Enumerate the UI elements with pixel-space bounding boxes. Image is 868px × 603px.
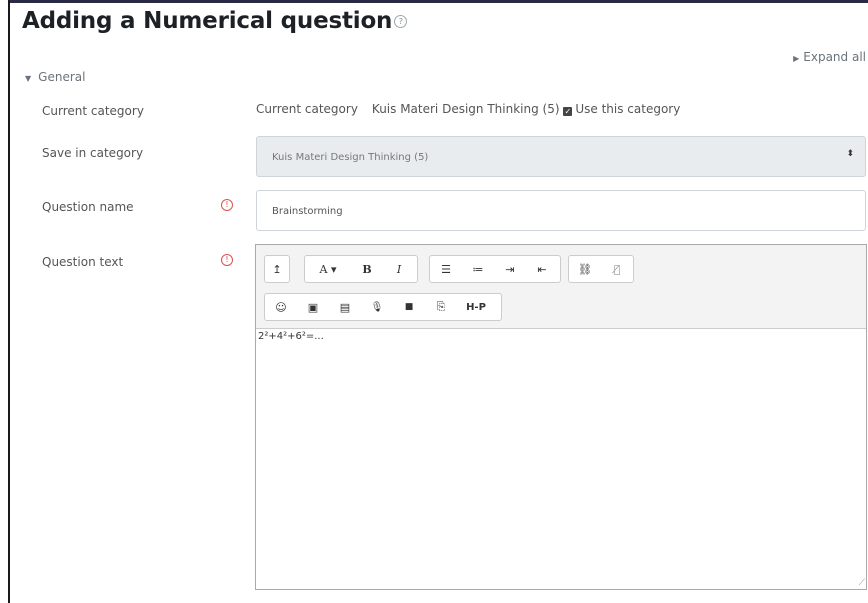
required-icon: !: [221, 254, 233, 266]
section-general-toggle[interactable]: ▼ General: [25, 70, 85, 84]
unlink-icon[interactable]: ⛓̸: [601, 256, 633, 282]
toolbar-group-links: ⛓ ⛓̸: [568, 255, 634, 283]
required-icon: !: [221, 199, 233, 211]
unordered-list-icon[interactable]: ☰: [430, 256, 462, 282]
window-top-border: [8, 0, 868, 3]
editor-toolbar: ↥ A ▾ B I ☰ ≔ ⇥ ⇤ ⛓ ⛓̸ ☺ ▣ ▤ 🎙 ■ ⎘ H-P: [256, 245, 866, 329]
h5p-icon[interactable]: H-P: [457, 294, 495, 320]
question-name-input[interactable]: Brainstorming: [256, 190, 866, 231]
caret-down-icon: ▼: [25, 74, 32, 83]
bold-button[interactable]: B: [351, 256, 383, 282]
current-category-label: Current category: [42, 104, 144, 118]
use-category-checkbox[interactable]: ✓: [563, 107, 573, 116]
manage-files-icon[interactable]: ⎘: [425, 294, 457, 320]
indent-icon[interactable]: ⇥: [494, 256, 526, 282]
window-left-border: [8, 0, 10, 603]
question-text-label: Question text: [42, 255, 124, 269]
ordered-list-icon[interactable]: ≔: [462, 256, 494, 282]
current-category-value: Current category Kuis Materi Design Think…: [256, 102, 681, 116]
link-icon[interactable]: ⛓: [569, 256, 601, 282]
question-text-editor[interactable]: ↥ A ▾ B I ☰ ≔ ⇥ ⇤ ⛓ ⛓̸ ☺ ▣ ▤ 🎙 ■ ⎘ H-P 2…: [255, 244, 867, 590]
question-name-label: Question name: [42, 200, 134, 214]
toolbar-group-collapse: ↥: [264, 255, 290, 283]
media-icon[interactable]: ▤: [329, 294, 361, 320]
page-title: Adding a Numerical question?: [22, 8, 408, 34]
save-in-category-label: Save in category: [42, 146, 144, 160]
resize-handle-icon[interactable]: ⟋: [859, 578, 865, 588]
emoji-icon[interactable]: ☺: [265, 294, 297, 320]
toolbar-group-style: A ▾ B I: [304, 255, 418, 283]
microphone-icon[interactable]: 🎙: [361, 294, 393, 320]
select-arrows-icon: ⬍: [846, 149, 854, 159]
save-in-category-select[interactable]: Kuis Materi Design Thinking (5) ⬍: [256, 136, 866, 177]
question-circle-icon[interactable]: ?: [394, 15, 408, 28]
video-camera-icon[interactable]: ■: [393, 294, 425, 320]
toolbar-group-lists: ☰ ≔ ⇥ ⇤: [429, 255, 561, 283]
outdent-icon[interactable]: ⇤: [526, 256, 558, 282]
collapse-toolbar-icon[interactable]: ↥: [265, 256, 289, 282]
expand-all-link[interactable]: ▶ Expand all: [793, 50, 866, 64]
editor-content[interactable]: 2²+4²+6²=...: [258, 331, 324, 342]
toolbar-group-media: ☺ ▣ ▤ 🎙 ■ ⎘ H-P: [264, 293, 502, 321]
italic-button[interactable]: I: [383, 256, 415, 282]
caret-right-icon: ▶: [793, 54, 800, 63]
image-icon[interactable]: ▣: [297, 294, 329, 320]
use-category-checkbox-label[interactable]: Use this category: [575, 102, 680, 116]
font-color-button[interactable]: A ▾: [305, 256, 351, 282]
